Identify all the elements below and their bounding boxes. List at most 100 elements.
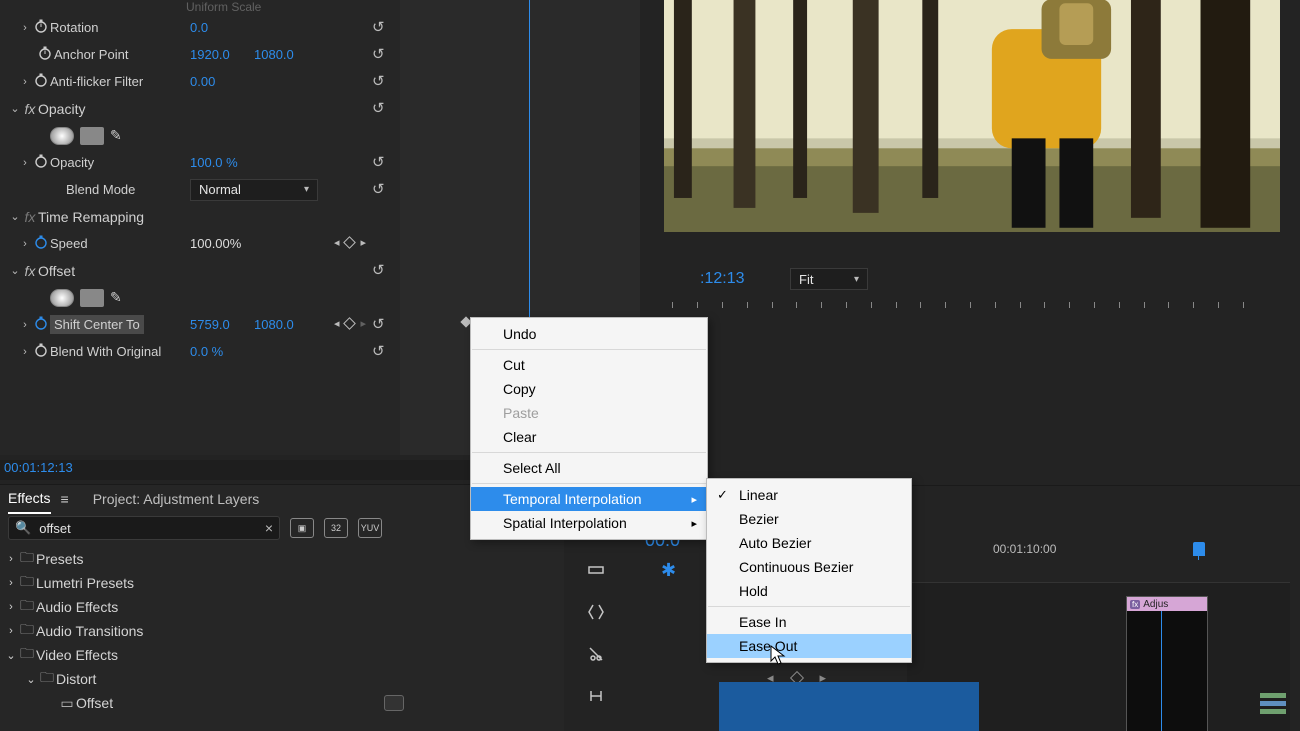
tool-pen-icon[interactable] — [584, 726, 608, 731]
menu-temporal-interpolation[interactable]: Temporal Interpolation ▸ — [471, 487, 707, 511]
twirl-icon[interactable]: ⌄ — [8, 210, 22, 223]
track-height-icon[interactable] — [1256, 687, 1292, 723]
panel-menu-icon[interactable]: ≡ — [61, 491, 69, 507]
monitor-zoom-dropdown[interactable]: Fit ▾ — [790, 268, 868, 290]
twirl-icon[interactable]: › — [18, 319, 32, 331]
tab-effects[interactable]: Effects — [8, 484, 51, 514]
monitor-timecode[interactable]: :12:13 — [700, 270, 744, 288]
kf-add-icon[interactable] — [344, 236, 357, 249]
ellipse-mask-icon[interactable] — [50, 127, 74, 145]
twirl-icon[interactable]: › — [18, 346, 32, 358]
reset-icon[interactable]: ↺ — [372, 261, 392, 279]
tree-folder-audio-effects[interactable]: ›🗀 Audio Effects — [0, 595, 564, 619]
menu-clear[interactable]: Clear — [471, 425, 707, 449]
rect-mask-icon[interactable] — [80, 289, 104, 307]
tree-folder-audio-transitions[interactable]: ›🗀 Audio Transitions — [0, 619, 564, 643]
reset-icon[interactable]: ↺ — [372, 315, 392, 333]
anchor-y[interactable]: 1080.0 — [254, 47, 294, 62]
32bit-badge[interactable]: 32 — [324, 518, 348, 538]
tree-folder-distort[interactable]: ⌄🗀 Distort — [0, 667, 564, 691]
antiflicker-value[interactable]: 0.00 — [190, 74, 215, 89]
monitor-ruler[interactable] — [660, 302, 1280, 316]
stopwatch-icon[interactable] — [32, 234, 50, 253]
blend-mode-dropdown[interactable]: Normal ▾ — [190, 179, 318, 201]
chevron-down-icon: ▾ — [854, 274, 859, 285]
accelerated-badge[interactable]: ▣ — [290, 518, 314, 538]
menu-cut[interactable]: Cut — [471, 353, 707, 377]
reset-icon[interactable]: ↺ — [372, 72, 392, 90]
clip-adjustment-layer[interactable]: fx Adjus — [1126, 596, 1208, 731]
menu-copy[interactable]: Copy — [471, 377, 707, 401]
twirl-icon[interactable]: › — [18, 157, 32, 169]
blend-original-value[interactable]: 0.0 % — [190, 344, 223, 359]
speed-value[interactable]: 100.00% — [190, 236, 241, 251]
fx-icon[interactable]: fx — [22, 209, 38, 225]
stopwatch-icon[interactable] — [32, 315, 50, 334]
submenu-bezier[interactable]: Bezier — [707, 507, 911, 531]
snap-icon[interactable]: ✱ — [661, 560, 676, 581]
kf-prev-icon[interactable]: ◂ — [334, 317, 340, 330]
kf-next-icon[interactable]: ▸ — [360, 236, 366, 249]
fx-icon[interactable]: fx — [22, 101, 38, 117]
timeline-playhead[interactable] — [1193, 542, 1205, 560]
yuv-badge[interactable]: YUV — [358, 518, 382, 538]
submenu-ease-in[interactable]: Ease In — [707, 610, 911, 634]
fx-icon[interactable]: fx — [22, 263, 38, 279]
twirl-icon[interactable]: ⌄ — [8, 264, 22, 277]
monitor-viewport[interactable] — [664, 0, 1280, 232]
tab-project[interactable]: Project: Adjustment Layers — [93, 485, 260, 513]
tree-folder-video-effects[interactable]: ⌄🗀 Video Effects — [0, 643, 564, 667]
shift-center-label[interactable]: Shift Center To — [50, 315, 144, 334]
effects-search-input[interactable]: 🔍 × — [8, 516, 280, 540]
submenu-hold[interactable]: Hold — [707, 579, 911, 603]
submenu-continuous-bezier[interactable]: Continuous Bezier — [707, 555, 911, 579]
tool-razor-icon[interactable] — [584, 642, 608, 666]
stopwatch-icon[interactable] — [32, 18, 50, 37]
shift-y[interactable]: 1080.0 — [254, 317, 294, 332]
timeline-tracks[interactable]: fx Adjus — [907, 582, 1290, 731]
stopwatch-icon[interactable] — [36, 45, 54, 64]
stopwatch-icon[interactable] — [32, 72, 50, 91]
opacity-value[interactable]: 100.0 % — [190, 155, 238, 170]
stopwatch-icon[interactable] — [32, 342, 50, 361]
reset-icon[interactable]: ↺ — [372, 99, 392, 117]
tree-folder-lumetri[interactable]: ›🗀 Lumetri Presets — [0, 571, 564, 595]
clear-search-icon[interactable]: × — [265, 520, 273, 536]
rect-mask-icon[interactable] — [80, 127, 104, 145]
kf-add-icon[interactable] — [344, 317, 357, 330]
rotation-value[interactable]: 0.0 — [190, 20, 208, 35]
timeline-ruler[interactable]: 00:01:10:00 — [907, 542, 1290, 560]
ellipse-mask-icon[interactable] — [50, 289, 74, 307]
submenu-ease-out[interactable]: Ease Out — [707, 634, 911, 658]
tree-folder-presets[interactable]: ›🗀 Presets — [0, 547, 564, 571]
kf-next-icon[interactable]: ▸ — [360, 317, 366, 330]
stopwatch-icon[interactable] — [32, 153, 50, 172]
pen-mask-icon[interactable]: ✎ — [110, 127, 128, 145]
check-icon: ✓ — [717, 487, 728, 503]
reset-icon[interactable]: ↺ — [372, 18, 392, 36]
twirl-icon[interactable]: › — [18, 238, 32, 250]
menu-spatial-interpolation[interactable]: Spatial Interpolation ▸ — [471, 511, 707, 535]
tool-nudge-icon[interactable] — [584, 600, 608, 624]
effect-controls-scrollbar[interactable] — [0, 443, 400, 451]
twirl-icon[interactable]: › — [18, 22, 32, 34]
tree-item-offset[interactable]: ▭ Offset — [0, 691, 564, 715]
reset-icon[interactable]: ↺ — [372, 342, 392, 360]
search-field[interactable] — [37, 520, 265, 537]
twirl-icon[interactable]: ⌄ — [8, 102, 22, 115]
shift-x[interactable]: 5759.0 — [190, 317, 230, 332]
reset-icon[interactable]: ↺ — [372, 153, 392, 171]
tool-span-icon[interactable] — [584, 684, 608, 708]
submenu-linear[interactable]: ✓ Linear — [707, 483, 911, 507]
reset-icon[interactable]: ↺ — [372, 180, 392, 198]
menu-select-all[interactable]: Select All — [471, 456, 707, 480]
tool-overwrite-icon[interactable] — [584, 558, 608, 582]
twirl-icon[interactable]: › — [18, 76, 32, 88]
menu-undo[interactable]: Undo — [471, 322, 707, 346]
submenu-auto-bezier[interactable]: Auto Bezier — [707, 531, 911, 555]
kf-prev-icon[interactable]: ◂ — [334, 236, 340, 249]
reset-icon[interactable]: ↺ — [372, 45, 392, 63]
clip-v1[interactable] — [719, 682, 979, 731]
pen-mask-icon[interactable]: ✎ — [110, 289, 128, 307]
anchor-x[interactable]: 1920.0 — [190, 47, 230, 62]
